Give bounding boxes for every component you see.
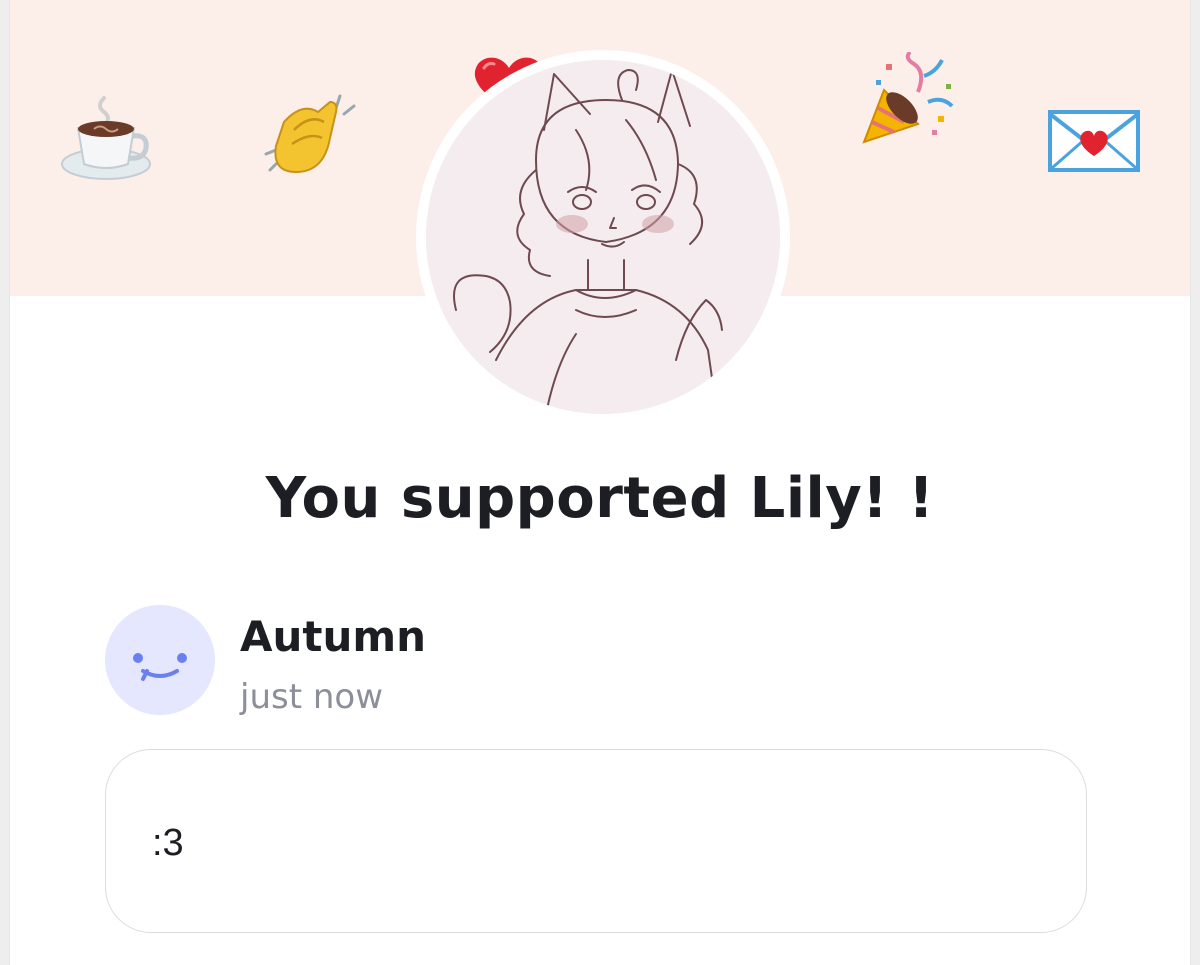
party-popper-icon — [862, 52, 954, 144]
clapping-hands-icon — [264, 94, 356, 174]
coffee-icon — [61, 96, 151, 180]
message-text: :3 — [152, 822, 184, 864]
timestamp: just now — [240, 677, 384, 717]
support-confirmation-card: You supported Lily! ! Autumn just now :3 — [10, 0, 1190, 965]
creator-avatar — [416, 50, 790, 424]
support-message: :3 — [105, 749, 1087, 933]
supporter-avatar — [105, 605, 215, 715]
page-title: You supported Lily! ! — [265, 466, 935, 531]
creator-avatar-sketch — [426, 60, 780, 414]
love-letter-icon — [1048, 110, 1140, 172]
supporter-name: Autumn — [240, 612, 427, 661]
smiley-face-icon — [133, 653, 187, 681]
